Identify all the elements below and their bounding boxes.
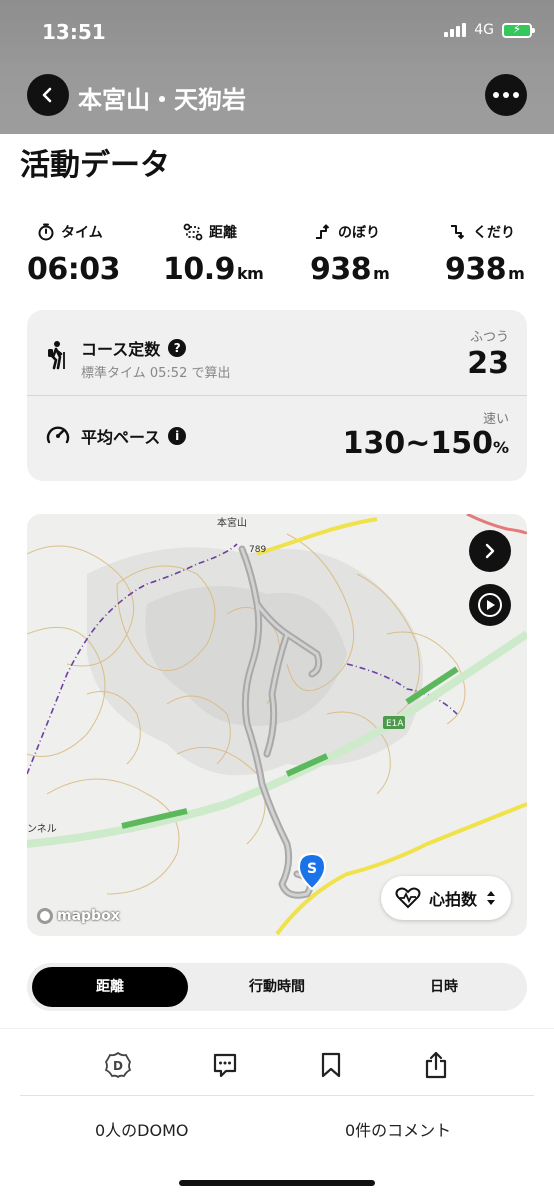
course-constant-label: コース定数 xyxy=(81,340,161,359)
stopwatch-icon xyxy=(38,223,54,241)
descent-icon xyxy=(451,225,465,240)
mapbox-logo-icon xyxy=(37,908,53,924)
stat-unit: m xyxy=(373,264,390,283)
status-time: 13:51 xyxy=(42,20,106,44)
stat-unit: m xyxy=(508,264,525,283)
pace-level-label: 速い xyxy=(482,412,509,427)
stat-value: 10.9 xyxy=(163,252,236,287)
stat-label: くだり xyxy=(473,225,515,241)
speedometer-icon xyxy=(46,426,70,444)
svg-text:D: D xyxy=(113,1059,123,1073)
standard-time-text: 標準タイム 05:52 で算出 xyxy=(81,366,231,381)
graph-axis-selector: 距離 行動時間 日時 xyxy=(27,963,527,1011)
chevron-right-icon xyxy=(485,543,495,559)
signal-icon xyxy=(444,23,467,37)
average-pace-row[interactable]: 平均ペース i 速い 130~150% xyxy=(27,396,527,481)
ascent-icon xyxy=(316,224,330,239)
comment-icon xyxy=(213,1053,237,1078)
more-dot xyxy=(513,92,519,98)
share-icon xyxy=(425,1051,447,1079)
footer-divider xyxy=(20,1095,534,1096)
heart-rate-icon xyxy=(395,887,421,909)
stat-ascent: のぼり 938 m xyxy=(310,220,390,287)
metric-label: 心拍数 xyxy=(428,890,477,909)
map-peak-label: 本宮山 xyxy=(217,516,247,529)
info-icon[interactable]: i xyxy=(168,427,187,445)
tab-distance[interactable]: 距離 xyxy=(32,967,188,1007)
status-indicators: 4G ⚡ xyxy=(444,22,535,38)
average-pace-label: 平均ペース xyxy=(81,428,161,447)
stat-unit: km xyxy=(237,264,264,283)
metric-selector[interactable]: 心拍数 xyxy=(380,876,511,920)
page-title: 本宮山・天狗岩 xyxy=(78,86,246,114)
course-constant-value: 23 xyxy=(467,346,509,381)
bottom-action-bar: D 0人のDOMO 0件のコメント xyxy=(0,1028,554,1199)
more-button[interactable] xyxy=(485,74,527,116)
pace-unit: % xyxy=(492,438,509,457)
stat-descent: くだり 938 m xyxy=(445,220,525,287)
section-title: 活動データ xyxy=(20,148,170,183)
stat-distance: 距離 10.9 km xyxy=(163,220,264,287)
bookmark-icon xyxy=(321,1052,341,1078)
stat-label: のぼり xyxy=(338,225,380,241)
header-bar: 13:51 4G ⚡ 本宮山・天狗岩 xyxy=(0,0,554,134)
course-level-label: ふつう xyxy=(469,330,509,345)
domo-icon: D xyxy=(104,1051,132,1079)
pace-range: 130~150 xyxy=(342,426,493,461)
help-icon[interactable]: ? xyxy=(168,339,187,357)
bookmark-button[interactable] xyxy=(311,1045,351,1085)
map-road-label: E1A xyxy=(386,719,404,729)
tab-datetime[interactable]: 日時 xyxy=(366,967,522,1007)
map-canvas: 本宮山 789 E1A ンネル S xyxy=(27,514,527,936)
tab-moving-time[interactable]: 行動時間 xyxy=(199,967,355,1007)
stat-value: 938 xyxy=(445,252,507,287)
stat-time: タイム 06:03 xyxy=(27,220,121,287)
start-marker-label: S xyxy=(307,861,317,877)
stats-row: タイム 06:03 距離 10.9 km のぼり 938 m くだり 938 m xyxy=(0,220,554,290)
stat-value: 06:03 xyxy=(27,252,121,287)
network-type: 4G xyxy=(474,22,494,38)
comment-button[interactable] xyxy=(205,1045,245,1085)
comment-count[interactable]: 0件のコメント xyxy=(345,1117,451,1141)
course-constant-title: コース定数 ? xyxy=(81,336,187,360)
map-play-button[interactable] xyxy=(469,584,511,626)
more-dot xyxy=(493,92,499,98)
stat-label: タイム xyxy=(61,225,103,241)
mapbox-text: mapbox xyxy=(57,908,120,924)
sort-arrows-icon xyxy=(487,891,495,905)
stat-value: 938 xyxy=(310,252,372,287)
play-icon xyxy=(478,593,502,617)
home-indicator xyxy=(179,1180,375,1186)
domo-button[interactable]: D xyxy=(98,1045,138,1085)
hiker-icon xyxy=(48,341,65,370)
route-map[interactable]: 本宮山 789 E1A ンネル S mapbox 心拍数 xyxy=(27,514,527,936)
chevron-left-icon xyxy=(42,87,52,103)
battery-icon: ⚡ xyxy=(502,22,535,38)
more-dot xyxy=(503,92,509,98)
course-info-card: コース定数 ? 標準タイム 05:52 で算出 ふつう 23 平均ペース i 速… xyxy=(27,310,527,481)
route-icon xyxy=(183,223,203,241)
map-elevation-label: 789 xyxy=(249,545,266,555)
share-button[interactable] xyxy=(416,1045,456,1085)
average-pace-title: 平均ペース i xyxy=(81,424,187,448)
average-pace-value: 130~150% xyxy=(343,426,509,461)
map-tunnel-label: ンネル xyxy=(27,823,57,835)
domo-count[interactable]: 0人のDOMO xyxy=(95,1117,189,1141)
stat-label: 距離 xyxy=(209,225,237,241)
mapbox-logo: mapbox xyxy=(37,908,120,924)
back-button[interactable] xyxy=(27,74,69,116)
course-constant-row[interactable]: コース定数 ? 標準タイム 05:52 で算出 ふつう 23 xyxy=(27,310,527,396)
map-next-button[interactable] xyxy=(469,530,511,572)
